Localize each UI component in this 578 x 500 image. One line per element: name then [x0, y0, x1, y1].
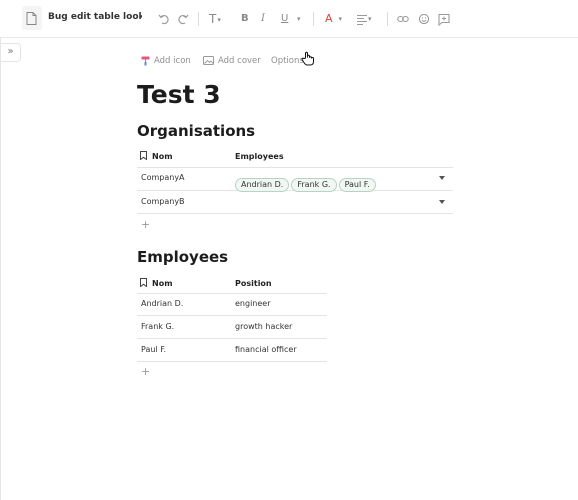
table-row[interactable]: CompanyA Andrian D. Frank G. Paul F.	[137, 167, 453, 192]
emoji-button[interactable]	[418, 11, 430, 27]
table-row[interactable]: Andrian D. engineer	[137, 293, 327, 316]
cell-position[interactable]: growth hacker	[235, 316, 292, 338]
undo-icon	[158, 14, 169, 25]
page-title[interactable]: Test 3	[137, 80, 221, 109]
paint-roller-icon	[141, 56, 150, 65]
cell-position[interactable]: financial officer	[235, 339, 297, 361]
table-header-row: Nom Position	[137, 273, 327, 294]
double-chevron-right-icon: »	[7, 46, 14, 57]
cell-nom[interactable]: Andrian D.	[141, 293, 183, 315]
add-cover-button[interactable]: Add cover	[203, 55, 261, 67]
column-header-nom[interactable]: Nom	[140, 273, 173, 295]
redo-icon	[178, 14, 189, 25]
expand-sidebar-button[interactable]: »	[1, 43, 21, 62]
toolbar-separator	[313, 12, 314, 26]
text-color-dropdown[interactable]: A ▾	[325, 11, 342, 27]
toolbar-separator	[198, 12, 199, 26]
chevron-down-icon[interactable]	[439, 200, 445, 204]
chevron-down-icon: ▾	[368, 15, 372, 23]
underline-button[interactable]: U	[281, 11, 288, 27]
table-row[interactable]: Frank G. growth hacker	[137, 316, 327, 339]
link-icon	[397, 15, 409, 23]
column-header-employees[interactable]: Employees	[235, 146, 284, 168]
comment-icon	[438, 13, 450, 27]
cell-position[interactable]: engineer	[235, 293, 271, 315]
undo-button[interactable]	[158, 11, 170, 27]
table-header-row: Nom Employees	[137, 146, 453, 168]
chevron-down-icon: ▾	[217, 15, 221, 24]
add-cover-label: Add cover	[218, 56, 261, 66]
options-label: Options	[271, 56, 304, 66]
link-button[interactable]	[397, 11, 409, 27]
text-color-icon: A	[325, 12, 333, 25]
add-icon-button[interactable]: Add icon	[141, 55, 191, 67]
sidebar-edge	[0, 37, 1, 500]
column-header-nom[interactable]: Nom	[140, 146, 173, 168]
file-icon	[26, 12, 37, 25]
employees-lookup-cell[interactable]: Andrian D. Frank G. Paul F.	[235, 172, 378, 192]
align-icon	[357, 15, 367, 25]
employees-heading[interactable]: Employees	[137, 248, 228, 266]
table-row[interactable]: Paul F. financial officer	[137, 339, 327, 362]
emoji-icon	[418, 13, 430, 25]
chevron-down-icon: ▾	[338, 15, 343, 23]
text-type-icon: T	[209, 12, 217, 26]
chevron-down-icon[interactable]	[439, 176, 445, 180]
bold-button[interactable]: B	[241, 11, 249, 27]
cell-nom[interactable]: Paul F.	[141, 339, 166, 361]
italic-button[interactable]: I	[261, 11, 265, 27]
comment-button[interactable]	[438, 11, 450, 27]
table-row[interactable]: CompanyB	[137, 191, 453, 214]
employee-chip[interactable]: Paul F.	[338, 178, 376, 192]
bookmark-icon	[140, 278, 147, 287]
cell-nom[interactable]: CompanyA	[141, 167, 185, 188]
cell-nom[interactable]: Frank G.	[141, 316, 174, 338]
hand-cursor-icon	[301, 51, 314, 66]
employee-chip[interactable]: Andrian D.	[235, 178, 290, 192]
toolbar-separator	[387, 12, 388, 26]
organisations-heading[interactable]: Organisations	[137, 122, 255, 140]
add-row-button[interactable]: +	[141, 218, 150, 231]
align-dropdown[interactable]: ▾	[357, 11, 372, 27]
more-format-dropdown[interactable]: ▾	[296, 11, 301, 27]
cell-nom[interactable]: CompanyB	[141, 191, 185, 213]
file-icon-button[interactable]	[22, 6, 42, 30]
redo-button[interactable]	[177, 11, 189, 27]
image-icon	[203, 56, 214, 65]
column-header-position[interactable]: Position	[235, 273, 272, 295]
editor-toolbar: Bug edit table lookup T▾ B I U ▾ A▾ ▾	[0, 0, 578, 38]
add-icon-label: Add icon	[154, 56, 191, 66]
chevron-down-icon: ▾	[297, 15, 301, 23]
employee-chip[interactable]: Frank G.	[291, 178, 337, 192]
italic-icon: I	[261, 13, 265, 24]
underline-icon: U	[281, 13, 289, 24]
bookmark-icon	[140, 151, 147, 160]
text-type-dropdown[interactable]: T▾	[209, 11, 221, 27]
bold-icon: B	[241, 13, 249, 24]
options-button[interactable]: Options	[271, 55, 304, 67]
add-row-button[interactable]: +	[141, 365, 150, 378]
document-title[interactable]: Bug edit table lookup	[48, 12, 142, 22]
